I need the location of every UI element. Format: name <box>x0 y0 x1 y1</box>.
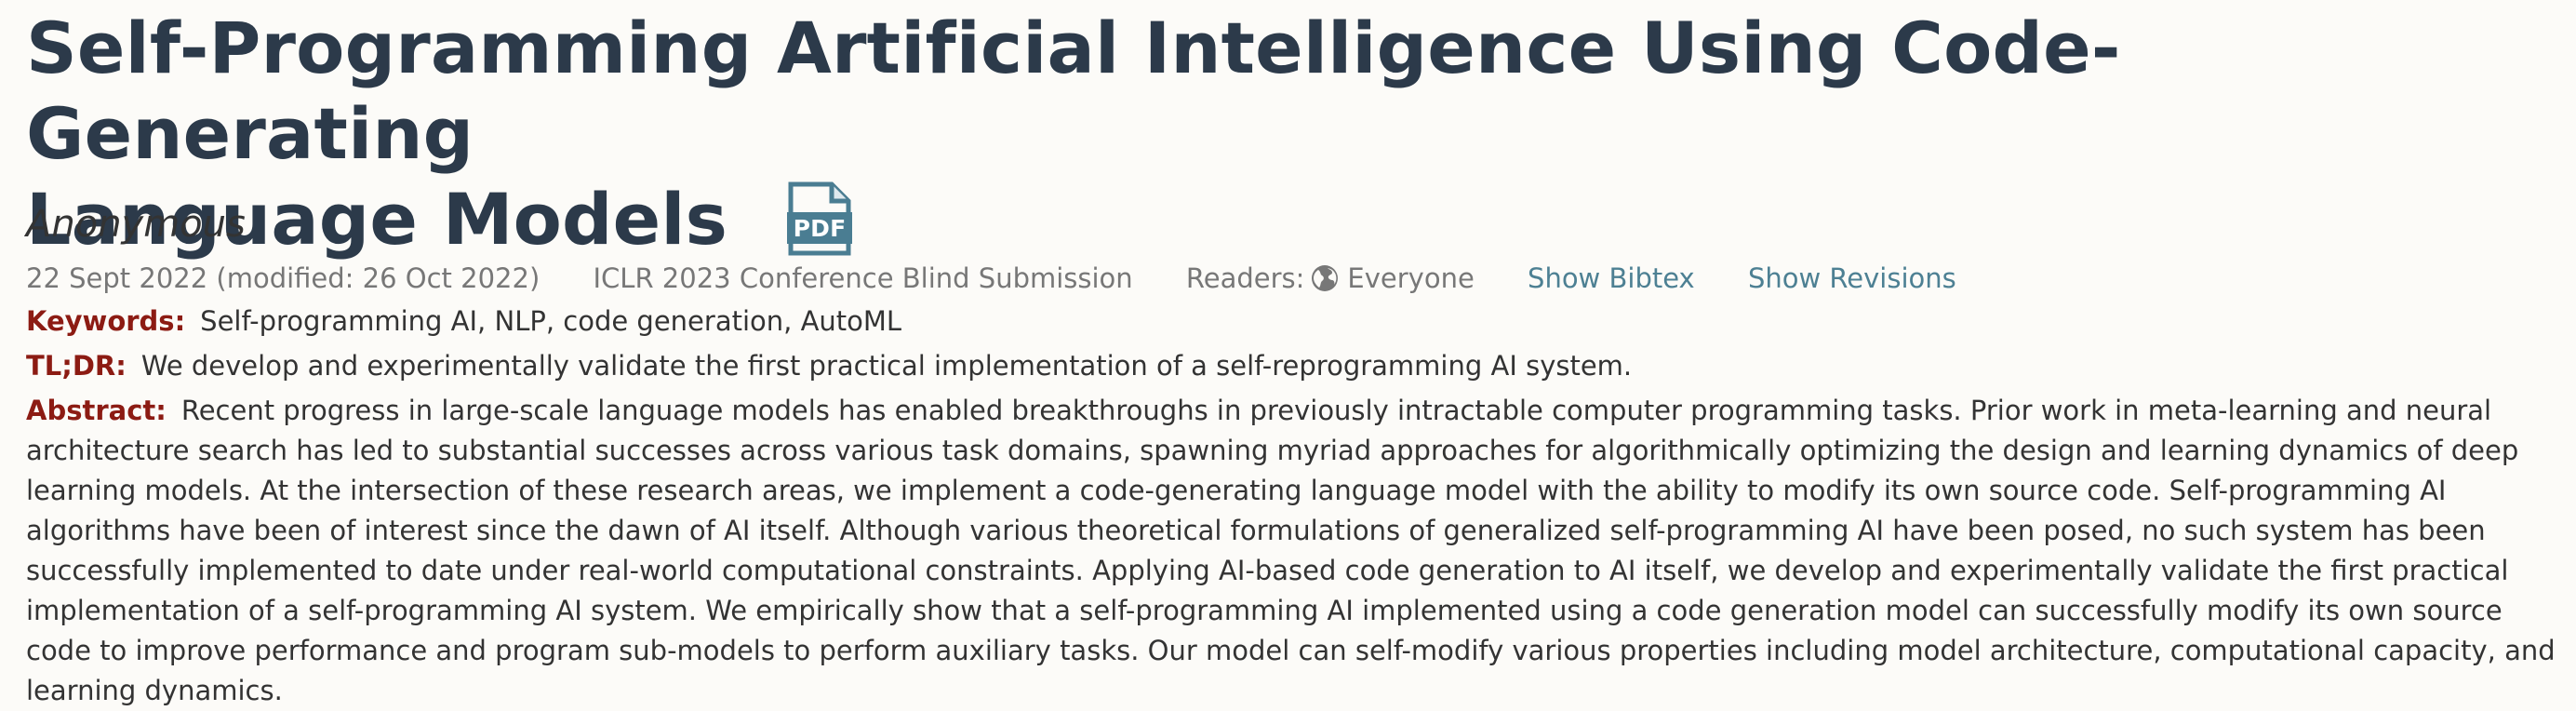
title-line-1: Self-Programming Artificial Intelligence… <box>26 7 2121 175</box>
readers-value: Everyone <box>1347 262 1475 294</box>
keywords-field: Keywords: Self-programming AI, NLP, code … <box>26 302 2566 342</box>
paper-readers: Readers: Everyone <box>1186 262 1475 294</box>
paper-date: 22 Sept 2022 (modified: 26 Oct 2022) <box>26 262 541 294</box>
keywords-label: Keywords: <box>26 305 186 337</box>
readers-label: Readers: <box>1185 262 1305 294</box>
pdf-icon-label: PDF <box>794 215 847 242</box>
tldr-value: We develop and experimentally validate t… <box>140 350 1633 382</box>
abstract-label: Abstract: <box>26 395 167 426</box>
show-revisions-link[interactable]: Show Revisions <box>1748 262 1956 294</box>
pdf-download-link[interactable]: PDF <box>787 181 853 257</box>
pdf-icon: PDF <box>787 181 853 256</box>
paper-meta: 22 Sept 2022 (modified: 26 Oct 2022) ICL… <box>26 257 2001 300</box>
paper-venue: ICLR 2023 Conference Blind Submission <box>593 262 1133 294</box>
abstract-value: Recent progress in large-scale language … <box>26 395 2556 706</box>
abstract-field: Abstract: Recent progress in large-scale … <box>26 391 2566 711</box>
globe-icon <box>1312 265 1339 291</box>
show-bibtex-link[interactable]: Show Bibtex <box>1528 262 1695 294</box>
tldr-label: TL;DR: <box>26 350 127 382</box>
tldr-field: TL;DR: We develop and experimentally vali… <box>26 346 2566 386</box>
keywords-value: Self-programming AI, NLP, code generatio… <box>200 305 902 337</box>
paper-authors[interactable]: Anonymous <box>26 198 246 250</box>
paper-title: Self-Programming Artificial Intelligence… <box>26 6 2538 262</box>
paper-page: Self-Programming Artificial Intelligence… <box>0 0 2576 706</box>
